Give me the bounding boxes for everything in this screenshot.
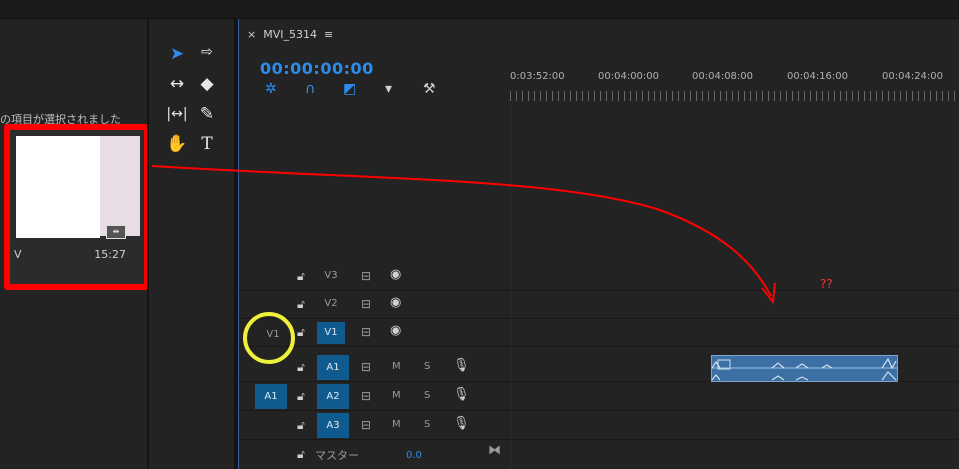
annotation-question-marks: ?? [820,277,833,291]
highlight-circle [243,312,295,364]
annotation-arrow [151,165,776,305]
